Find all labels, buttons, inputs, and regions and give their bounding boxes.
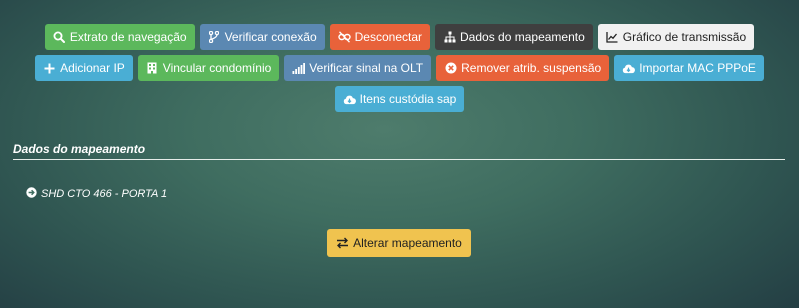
signal-icon (292, 62, 306, 75)
dados-mapeamento-label: Dados do mapeamento (460, 30, 585, 44)
cloud-download-icon (343, 93, 356, 106)
itens-custodia-button[interactable]: Itens custódia sap (334, 86, 465, 112)
arrow-circle-right-icon (26, 187, 37, 201)
adicionar-ip-label: Adicionar IP (60, 61, 125, 75)
toolbar-row-2: Adicionar IP Vincular condomínio Verific… (0, 55, 799, 81)
itens-custodia-label: Itens custódia sap (359, 92, 457, 106)
action-toolbar: Extrato de navegação Verificar conexão D… (0, 24, 799, 117)
mapping-item-label: SHD CTO 466 - PORTA 1 (41, 188, 168, 200)
dados-mapeamento-button[interactable]: Dados do mapeamento (435, 24, 593, 50)
verificar-conexao-label: Verificar conexão (224, 30, 317, 44)
importar-mac-button[interactable]: Importar MAC PPPoE (614, 55, 764, 81)
close-circle-icon (444, 62, 457, 75)
toolbar-row-3: Itens custódia sap (0, 86, 799, 112)
remover-suspensao-label: Remover atrib. suspensão (461, 61, 602, 75)
alterar-mapeamento-button[interactable]: Alterar mapeamento (327, 229, 471, 257)
exchange-icon (336, 237, 349, 250)
toolbar-row-1: Extrato de navegação Verificar conexão D… (0, 24, 799, 50)
vincular-condominio-button[interactable]: Vincular condomínio (137, 55, 280, 81)
plus-icon (43, 62, 56, 75)
desconectar-label: Desconectar (354, 30, 423, 44)
mapping-item: SHD CTO 466 - PORTA 1 (26, 187, 167, 201)
search-icon (53, 31, 66, 44)
cloud-download-icon (622, 62, 636, 75)
line-chart-icon (606, 31, 619, 44)
grafico-transmissao-label: Gráfico de transmissão (622, 30, 747, 44)
desconectar-button[interactable]: Desconectar (329, 24, 431, 50)
branch-icon (208, 31, 221, 44)
alterar-mapeamento-label: Alterar mapeamento (353, 236, 462, 250)
extrato-navegacao-label: Extrato de navegação (69, 30, 187, 44)
section-title: Dados do mapeamento (13, 142, 146, 156)
vincular-condominio-label: Vincular condomínio (162, 61, 272, 75)
building-icon (146, 62, 159, 75)
importar-mac-label: Importar MAC PPPoE (639, 61, 756, 75)
verificar-sinal-button[interactable]: Verificar sinal na OLT (284, 55, 432, 81)
unlink-icon (337, 31, 351, 44)
remover-suspensao-button[interactable]: Remover atrib. suspensão (436, 55, 610, 81)
verificar-conexao-button[interactable]: Verificar conexão (199, 24, 325, 50)
sitemap-icon (443, 31, 456, 44)
verificar-sinal-label: Verificar sinal na OLT (309, 61, 424, 75)
adicionar-ip-button[interactable]: Adicionar IP (35, 55, 133, 81)
extrato-navegacao-button[interactable]: Extrato de navegação (44, 24, 195, 50)
grafico-transmissao-button[interactable]: Gráfico de transmissão (597, 24, 755, 50)
section-divider (13, 159, 785, 160)
